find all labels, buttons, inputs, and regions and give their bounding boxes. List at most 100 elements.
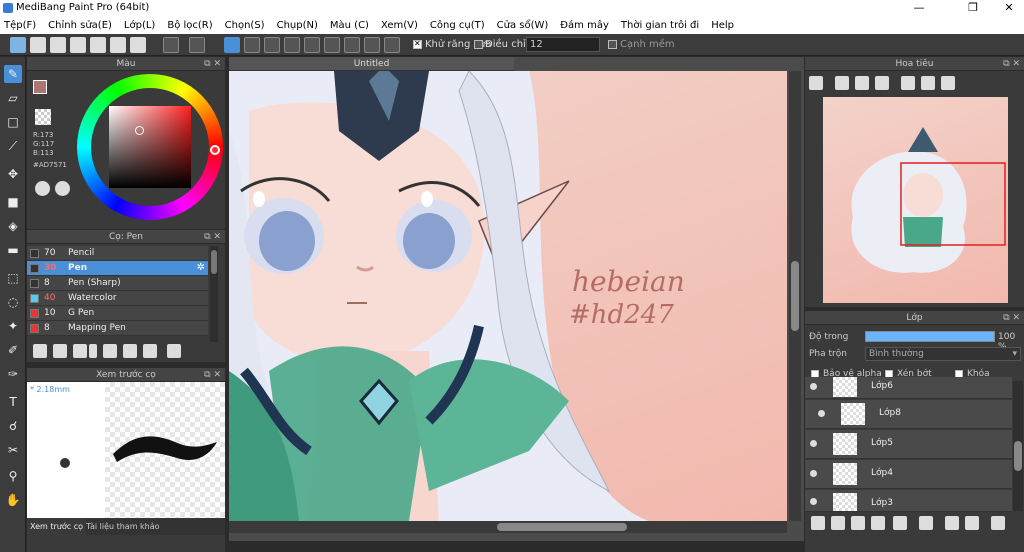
merge-layer-icon[interactable] [965,516,979,530]
layer-type-dropdown-icon[interactable] [893,516,907,530]
brush-item[interactable]: 8 Pen (Sharp) [27,276,208,291]
layer-row[interactable]: Lớp3 [805,490,1012,512]
layer-row[interactable]: Lớp8 [805,400,1012,429]
new-1bit-layer-icon[interactable] [871,516,885,530]
layer-row[interactable]: Lớp5 [805,430,1012,459]
zoom-search-icon[interactable] [809,76,823,90]
zoom-in-icon[interactable] [835,76,849,90]
eraser-tool-icon[interactable]: ▱ [4,89,22,107]
brush-settings-icon[interactable]: ✲ [197,262,205,273]
parallel-snap-icon[interactable] [244,37,260,53]
menu-layer[interactable]: Lớp(L) [124,20,155,31]
palette-add-icon[interactable] [55,181,70,196]
menu-snap[interactable]: Chụp(N) [277,20,318,31]
foreground-color-swatch[interactable] [33,80,47,94]
hue-cursor[interactable] [210,145,220,155]
saturation-value-square[interactable] [109,106,191,188]
reset-view-icon[interactable] [921,76,935,90]
maximize-button[interactable]: ❐ [958,0,988,16]
navigator-thumbnail[interactable] [823,97,1008,303]
brush-add-icon[interactable] [33,344,47,358]
snap-off-icon[interactable] [224,37,240,53]
hue-wheel[interactable] [77,74,223,220]
correction-select[interactable]: 12 [526,37,600,52]
brush-item[interactable]: 10 G Pen [27,306,208,321]
minimize-button[interactable]: — [904,0,934,16]
magic-wand-tool-icon[interactable]: ✦ [4,317,22,335]
opacity-slider[interactable] [865,331,995,342]
antialias-checkbox[interactable] [413,39,422,49]
lasso-tool-icon[interactable]: ◌ [4,293,22,311]
fill-rect-tool-icon[interactable]: ■ [4,193,22,211]
eye-icon[interactable] [810,440,817,447]
brush-item[interactable]: 8 Mapping Pen [27,321,208,336]
new-halftone-layer-icon[interactable] [831,516,845,530]
close-button[interactable]: ✕ [994,0,1024,16]
new-layer-icon[interactable] [811,516,825,530]
brush-tool-icon[interactable]: ✎ [4,65,22,83]
layer-list-scrollbar[interactable] [1013,381,1023,511]
correction-checkbox[interactable] [474,40,483,49]
panel-popout-icon[interactable]: ⧉ ✕ [204,57,221,71]
menu-color[interactable]: Màu (C) [330,20,369,31]
export-icon[interactable] [30,37,46,53]
menu-help[interactable]: Help [711,20,734,31]
delete-layer-icon[interactable] [991,516,1005,530]
blend-mode-select[interactable]: Bình thường ▾ [865,347,1021,361]
brush-item[interactable]: 30 Pen ✲ [27,261,208,276]
tab-brush-preview[interactable]: Xem trước cọ [27,519,87,535]
perspective-snap-icon[interactable] [284,37,300,53]
panel-popout-icon[interactable]: ⧉ ✕ [204,368,221,382]
divide-tool-icon[interactable]: ✂ [4,441,22,459]
grid-snap-icon[interactable] [264,37,280,53]
panel-popout-icon[interactable]: ⧉ ✕ [204,230,221,244]
curve-snap-icon[interactable] [344,37,360,53]
brush-item[interactable]: 40 Watercolor [27,291,208,306]
line-tool-icon[interactable]: ⟋ [4,137,22,155]
menu-timelapse[interactable]: Thời gian trôi đi [621,20,699,31]
rotate-right-icon[interactable] [941,76,955,90]
document-tab[interactable]: Untitled [229,57,514,71]
eye-icon[interactable] [810,383,817,390]
tab-reference[interactable]: Tài liệu tham khảo [83,519,163,535]
brush-copy-icon[interactable] [73,344,87,358]
layer-row[interactable]: Lớp4 [805,460,1012,489]
eyedropper-tool-icon[interactable]: ⚲ [4,467,22,485]
brush-duplicate-icon[interactable] [143,344,157,358]
brush-list-scrollbar[interactable] [210,246,218,342]
fit-window-icon[interactable] [855,76,869,90]
new-8bit-layer-icon[interactable] [851,516,865,530]
comment-icon[interactable] [50,37,66,53]
menu-tools[interactable]: Công cụ(T) [430,20,485,31]
select-eraser-tool-icon[interactable]: ✑ [4,365,22,383]
brush-new-icon[interactable] [53,344,67,358]
palette-icon[interactable] [35,181,50,196]
brush-item[interactable]: 70 Pencil [27,246,208,261]
menu-view[interactable]: Xem(V) [381,20,418,31]
menu-window[interactable]: Cửa sổ(W) [497,20,549,31]
grid-icon[interactable] [130,37,146,53]
sv-cursor[interactable] [135,126,144,135]
move-tool-icon[interactable]: ✥ [4,165,22,183]
page-icon[interactable] [70,37,86,53]
drawing-canvas[interactable]: hebeian #hd247 [229,71,787,521]
brush-dropdown-icon[interactable] [89,344,97,358]
menu-file[interactable]: Tệp(F) [4,20,36,31]
text-tool-icon[interactable]: T [4,393,22,411]
layer-folder-icon[interactable] [919,516,933,530]
radial-snap-icon[interactable] [304,37,320,53]
menu-select[interactable]: Chọn(S) [225,20,265,31]
undo-icon[interactable] [163,37,179,53]
brush-script-icon[interactable] [103,344,117,358]
duplicate-layer-icon[interactable] [945,516,959,530]
menu-cloud[interactable]: Đám mây [560,20,609,31]
operation-tool-icon[interactable]: ☌ [4,417,22,435]
eye-icon[interactable] [810,498,817,505]
gradient-tool-icon[interactable]: ▬ [4,241,22,259]
select-pen-tool-icon[interactable]: ✐ [4,341,22,359]
list-icon[interactable] [110,37,126,53]
document-icon[interactable] [90,37,106,53]
menu-filter[interactable]: Bộ lọc(R) [167,20,212,31]
circle-snap-icon[interactable] [324,37,340,53]
soft-edge-checkbox[interactable] [608,40,617,49]
